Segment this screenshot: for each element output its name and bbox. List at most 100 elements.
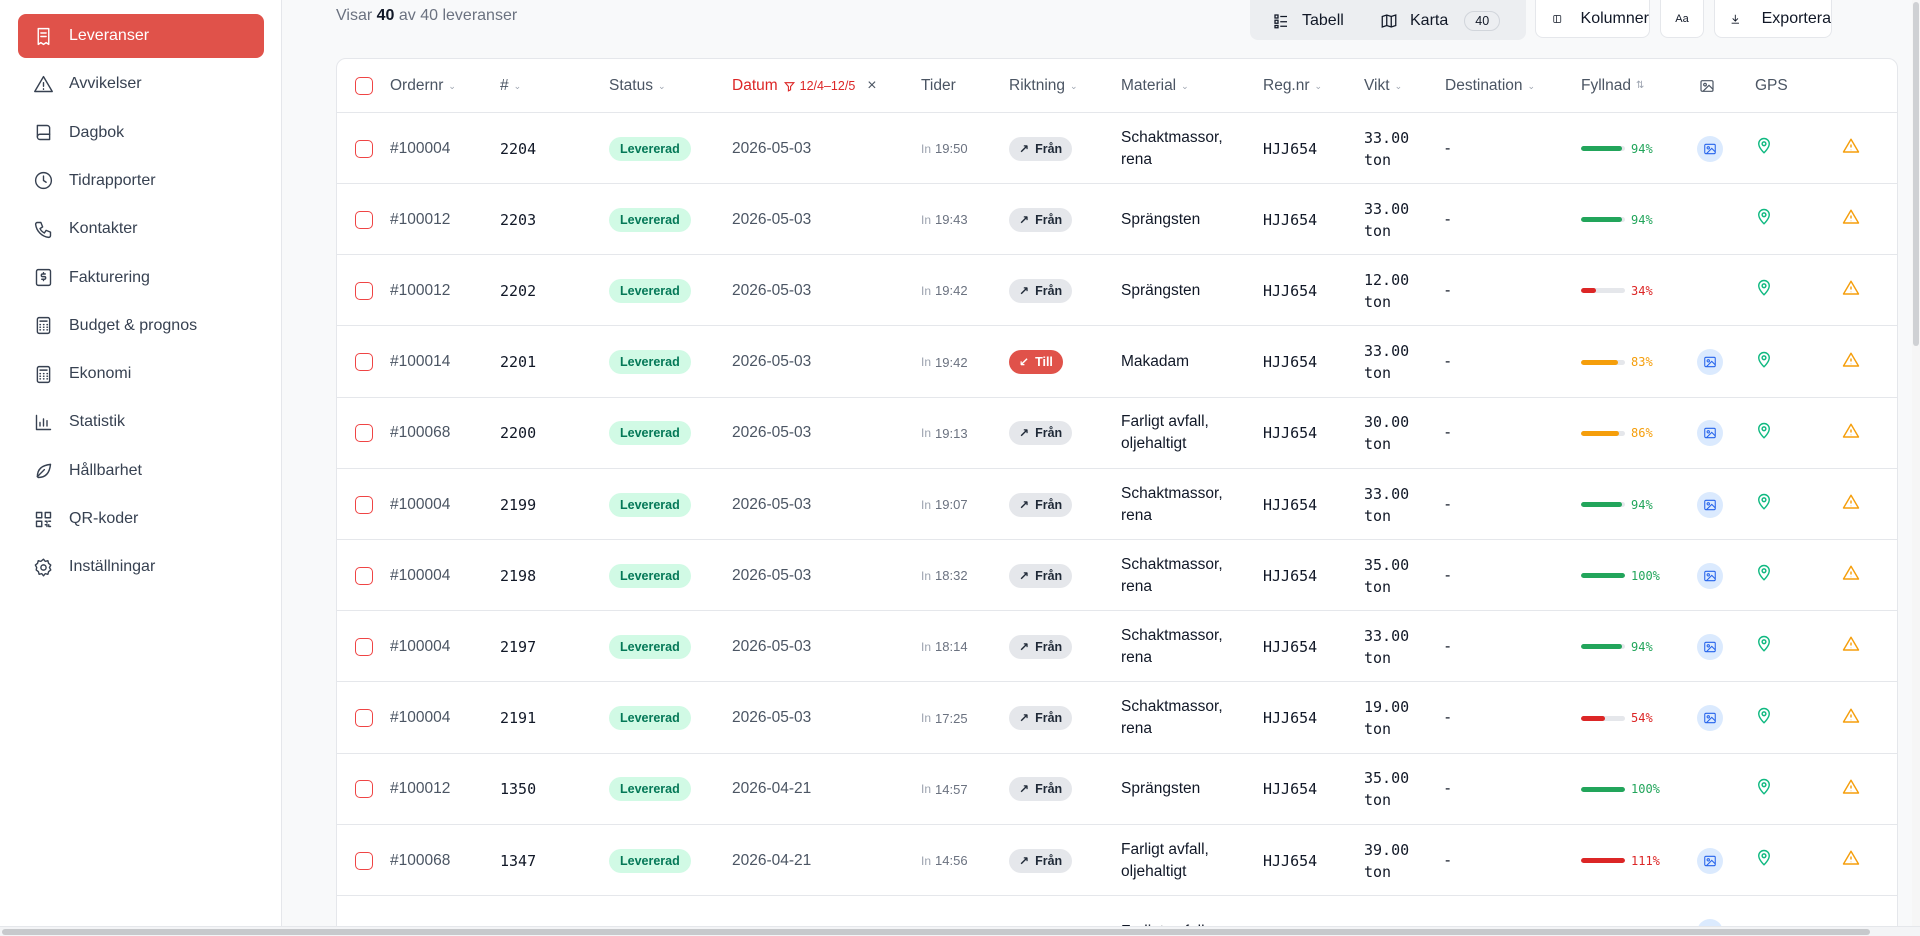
row-checkbox[interactable] [355, 611, 373, 682]
row-checkbox[interactable] [355, 113, 373, 184]
table-row[interactable]: #100004 2198 Levererad 2026-05-03 In 18:32 ↗ Fr… [337, 540, 1897, 612]
order-number-link[interactable]: #100004 [390, 469, 450, 540]
map-pin-icon[interactable] [1755, 208, 1773, 231]
image-icon[interactable] [1697, 633, 1723, 660]
sidebar-item-fakturering[interactable]: Fakturering [18, 256, 264, 300]
select-all-checkbox[interactable] [355, 59, 373, 113]
map-pin-icon[interactable] [1755, 778, 1773, 801]
map-pin-icon[interactable] [1755, 564, 1773, 587]
map-pin-icon[interactable] [1755, 635, 1773, 658]
table-row[interactable]: #100004 2204 Levererad 2026-05-03 In 19:50 ↗ Fr… [337, 113, 1897, 184]
map-pin-icon[interactable] [1755, 707, 1773, 730]
report-deviation-icon[interactable] [1842, 208, 1860, 231]
header-times[interactable]: Tider [921, 59, 956, 113]
map-pin-icon[interactable] [1755, 493, 1773, 516]
image-icon[interactable] [1697, 349, 1723, 376]
material-line: rena [1121, 720, 1153, 738]
order-number-link[interactable]: #100068 [390, 398, 450, 469]
row-checkbox[interactable] [355, 255, 373, 326]
image-icon[interactable] [1697, 705, 1723, 732]
image-icon[interactable] [1697, 420, 1723, 447]
header-fill[interactable]: Fyllnad ⇅ [1581, 59, 1646, 113]
view-map-button[interactable]: Karta 40 [1380, 2, 1501, 40]
map-pin-icon[interactable] [1755, 279, 1773, 302]
report-deviation-icon[interactable] [1842, 635, 1860, 658]
table-row[interactable]: #100012 2202 Levererad 2026-05-03 In 19:42 ↗ Fr… [337, 255, 1897, 327]
horizontal-scrollbar-thumb[interactable] [2, 929, 1870, 935]
vertical-scrollbar-thumb[interactable] [1913, 2, 1919, 346]
header-num[interactable]: # ⌄ [500, 59, 524, 113]
table-row[interactable]: #100004 2191 Levererad 2026-05-03 In 17:25 ↗ Fr… [337, 683, 1897, 754]
header-reg[interactable]: Reg.nr ⌄ [1263, 59, 1325, 113]
horizontal-scrollbar[interactable] [0, 926, 1920, 936]
sidebar-item-ekonomi[interactable]: Ekonomi [18, 352, 264, 396]
sidebar-item-inställningar[interactable]: Inställningar [18, 545, 264, 589]
table-row[interactable]: #100004 2199 Levererad 2026-05-03 In 19:07 ↗ Fr… [337, 469, 1897, 540]
sidebar-item-budget-prognos[interactable]: Budget & prognos [18, 304, 264, 348]
header-image[interactable] [1699, 59, 1715, 113]
order-number-link[interactable]: #100004 [390, 611, 450, 682]
header-order[interactable]: Ordernr ⌄ [390, 59, 458, 113]
row-checkbox[interactable] [355, 825, 373, 896]
order-number-link[interactable]: #100012 [390, 255, 450, 326]
row-checkbox[interactable] [355, 398, 373, 469]
header-status[interactable]: Status ⌄ [609, 59, 668, 113]
table-row[interactable]: #100004 2197 Levererad 2026-05-03 In 18:14 ↗ Fr… [337, 611, 1897, 683]
clear-date-filter-button[interactable]: × [867, 77, 876, 95]
map-pin-icon[interactable] [1755, 422, 1773, 445]
image-icon[interactable] [1697, 491, 1723, 518]
sidebar-item-tidrapporter[interactable]: Tidrapporter [18, 159, 264, 203]
row-checkbox[interactable] [355, 540, 373, 611]
sidebar-item-statistik[interactable]: Statistik [18, 400, 264, 444]
map-pin-icon[interactable] [1755, 351, 1773, 374]
order-number-link[interactable]: #100012 [390, 184, 450, 255]
order-number-link[interactable]: #100004 [390, 683, 450, 754]
report-deviation-icon[interactable] [1842, 422, 1860, 445]
header-gps[interactable]: GPS [1755, 59, 1788, 113]
table-row[interactable]: #100068 2200 Levererad 2026-05-03 In 19:13 ↗ Fr… [337, 398, 1897, 469]
row-checkbox[interactable] [355, 327, 373, 398]
header-destination[interactable]: Destination ⌄ [1445, 59, 1538, 113]
order-number-link[interactable]: #100068 [390, 825, 450, 896]
sidebar-item-qr-koder[interactable]: QR-koder [18, 497, 264, 541]
export-button[interactable]: Exportera [1714, 0, 1832, 38]
report-deviation-icon[interactable] [1842, 707, 1860, 730]
sidebar-item-hållbarhet[interactable]: Hållbarhet [18, 449, 264, 493]
report-deviation-icon[interactable] [1842, 778, 1860, 801]
header-material[interactable]: Material ⌄ [1121, 59, 1191, 113]
table-row[interactable]: #100014 2201 Levererad 2026-05-03 In 19:42 ↙ Ti… [337, 327, 1897, 398]
header-date[interactable]: Datum 12/4–12/5 × [732, 59, 877, 113]
order-number-link[interactable]: #100012 [390, 754, 450, 825]
columns-button[interactable]: Kolumner [1535, 0, 1650, 38]
sidebar-item-dagbok[interactable]: Dagbok [18, 111, 264, 155]
table-row[interactable]: #100012 2203 Levererad 2026-05-03 In 19:43 ↗ Fr… [337, 184, 1897, 256]
report-deviation-icon[interactable] [1842, 849, 1860, 872]
header-weight[interactable]: Vikt ⌄ [1364, 59, 1405, 113]
order-number-link[interactable]: #100014 [390, 327, 450, 398]
row-checkbox[interactable] [355, 683, 373, 754]
table-row[interactable]: #100012 1350 Levererad 2026-04-21 In 14:57 ↗ Fr… [337, 754, 1897, 825]
image-icon[interactable] [1697, 847, 1723, 874]
row-checkbox[interactable] [355, 469, 373, 540]
map-pin-icon[interactable] [1755, 137, 1773, 160]
vertical-scrollbar[interactable] [1912, 0, 1920, 926]
text-size-button[interactable]: Aa [1660, 0, 1704, 38]
image-icon[interactable] [1697, 135, 1723, 162]
order-number-link[interactable]: #100004 [390, 540, 450, 611]
report-deviation-icon[interactable] [1842, 351, 1860, 374]
report-deviation-icon[interactable] [1842, 564, 1860, 587]
report-deviation-icon[interactable] [1842, 279, 1860, 302]
image-icon[interactable] [1697, 562, 1723, 589]
order-number-link[interactable]: #100004 [390, 113, 450, 184]
sidebar-item-kontakter[interactable]: Kontakter [18, 207, 264, 251]
report-deviation-icon[interactable] [1842, 137, 1860, 160]
row-checkbox[interactable] [355, 754, 373, 825]
header-direction[interactable]: Riktning ⌄ [1009, 59, 1080, 113]
table-row[interactable]: #100068 1347 Levererad 2026-04-21 In 14:56 ↗ Fr… [337, 825, 1897, 896]
report-deviation-icon[interactable] [1842, 493, 1860, 516]
sidebar-item-leveranser[interactable]: Leveranser [18, 14, 264, 58]
sidebar-item-avvikelser[interactable]: Avvikelser [18, 62, 264, 106]
view-table-button[interactable]: Tabell [1272, 2, 1344, 40]
row-checkbox[interactable] [355, 184, 373, 255]
map-pin-icon[interactable] [1755, 849, 1773, 872]
